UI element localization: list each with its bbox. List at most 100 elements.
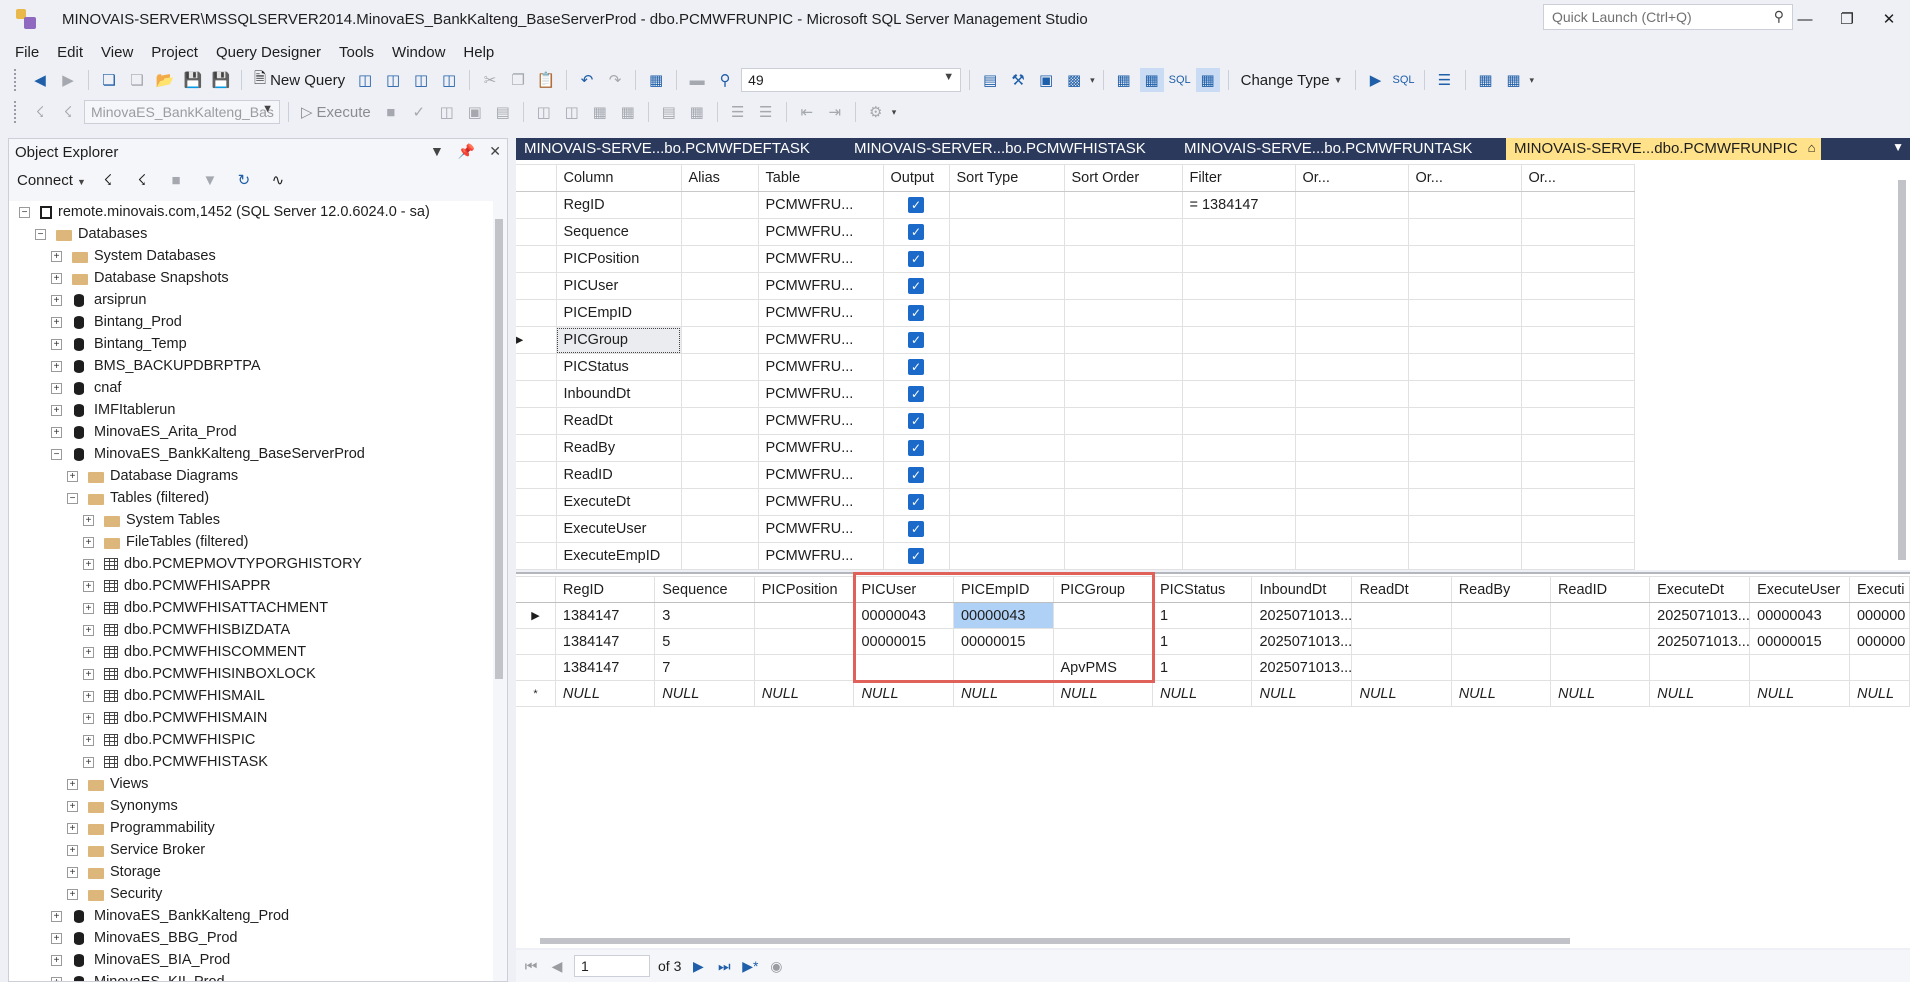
toolbar-overflow-icon[interactable]: ▾	[1090, 75, 1095, 86]
row-selector[interactable]	[516, 191, 557, 219]
row-selector[interactable]	[516, 434, 557, 462]
row-selector[interactable]	[516, 353, 557, 381]
output-checkbox[interactable]: ✓	[908, 197, 924, 213]
results-column-header[interactable]: ReadDt	[1351, 576, 1452, 603]
tree-node[interactable]: + FileTables (filtered)	[9, 531, 493, 553]
toolbar-overflow-icon[interactable]: ▾	[892, 107, 897, 118]
sort-type-cell[interactable]	[948, 461, 1065, 489]
sort-order-cell[interactable]	[1063, 326, 1183, 354]
or-cell[interactable]	[1294, 488, 1409, 516]
or-cell[interactable]	[1520, 299, 1635, 327]
row-selector[interactable]	[516, 542, 557, 570]
alias-cell[interactable]	[680, 380, 759, 408]
tree-node[interactable]: + dbo.PCMWFHISPIC	[9, 729, 493, 751]
activity-icon[interactable]: ∿	[266, 168, 290, 192]
output-cell[interactable]: ✓	[882, 326, 950, 354]
column-cell[interactable]: PICUser	[555, 272, 682, 300]
or-cell[interactable]	[1294, 542, 1409, 570]
sort-type-cell[interactable]	[948, 191, 1065, 219]
alias-cell[interactable]	[680, 326, 759, 354]
result-cell[interactable]	[1549, 602, 1651, 629]
alias-cell[interactable]	[680, 542, 759, 570]
results-row[interactable]: ▶ 1384147 3 00000043 00000043 1 2025071013... 2…	[516, 602, 1910, 629]
results-column-header[interactable]: RegID	[554, 576, 656, 603]
sort-order-cell[interactable]	[1063, 272, 1183, 300]
output-checkbox[interactable]: ✓	[908, 332, 924, 348]
menu-query-designer[interactable]: Query Designer	[207, 44, 330, 61]
result-cell[interactable]	[1549, 628, 1651, 655]
document-tab[interactable]: MINOVAIS-SERVE...bo.PCMWFRUNTASK	[1176, 138, 1506, 160]
result-cell[interactable]	[952, 654, 1054, 681]
filter-cell[interactable]	[1181, 326, 1296, 354]
filter-cell[interactable]	[1181, 353, 1296, 381]
results-hscrollbar[interactable]	[540, 938, 1570, 944]
or-cell[interactable]	[1520, 191, 1635, 219]
previous-record-icon[interactable]: ◀	[548, 958, 566, 975]
show-criteria-pane-icon[interactable]: ▦	[1139, 68, 1164, 92]
result-cell[interactable]: NULL	[753, 680, 855, 707]
tree-node[interactable]: + Bintang_Prod	[9, 311, 493, 333]
tree-node[interactable]: + Database Diagrams	[9, 465, 493, 487]
spid-combo[interactable]: 49 ▼	[741, 68, 962, 92]
row-selector[interactable]	[516, 654, 556, 681]
minimize-button[interactable]: —	[1784, 0, 1826, 38]
output-checkbox[interactable]: ✓	[908, 494, 924, 510]
forward-icon[interactable]: ▶	[56, 68, 80, 92]
tree-node[interactable]: + System Databases	[9, 245, 493, 267]
expand-icon[interactable]: +	[67, 888, 78, 900]
results-column-header[interactable]: ReadID	[1549, 576, 1651, 603]
toolbox-icon[interactable]: ▣	[1034, 68, 1058, 92]
sort-type-cell[interactable]	[948, 218, 1065, 246]
or-cell[interactable]	[1520, 245, 1635, 273]
expand-icon[interactable]: +	[51, 360, 62, 372]
or-cell[interactable]	[1407, 326, 1522, 354]
filter-cell[interactable]: = 1384147	[1181, 191, 1296, 219]
table-cell[interactable]: PCMWFRU...	[757, 245, 884, 273]
filter-cell[interactable]	[1181, 272, 1296, 300]
execution-plan-icon[interactable]: ◫	[435, 100, 459, 124]
result-cell[interactable]: 2025071013...	[1251, 628, 1353, 655]
or-cell[interactable]	[1520, 434, 1635, 462]
or-cell[interactable]	[1407, 461, 1522, 489]
result-cell[interactable]: 2025071013...	[1649, 628, 1751, 655]
sort-order-cell[interactable]	[1063, 407, 1183, 435]
result-cell[interactable]: NULL	[1052, 680, 1153, 707]
output-checkbox[interactable]: ✓	[908, 413, 924, 429]
filter-cell[interactable]	[1181, 461, 1296, 489]
new-project-icon[interactable]: ❏	[97, 68, 121, 92]
decrease-indent-icon[interactable]: ⇤	[795, 100, 819, 124]
or-cell[interactable]	[1407, 218, 1522, 246]
quick-launch-input[interactable]: Quick Launch (Ctrl+Q) ⚲	[1543, 4, 1793, 30]
sort-type-cell[interactable]	[948, 299, 1065, 327]
alias-cell[interactable]	[680, 191, 759, 219]
tree-node[interactable]: + Security	[9, 883, 493, 905]
result-cell[interactable]: 1	[1151, 628, 1253, 655]
results-row[interactable]: * NULL NULL NULL NULL NULL NULL NULL NULL NULL NUL…	[516, 680, 1910, 707]
window-position-icon[interactable]: ▼	[430, 143, 444, 160]
menu-help[interactable]: Help	[454, 44, 503, 61]
redo-icon[interactable]: ↷	[603, 68, 627, 92]
sort-order-cell[interactable]	[1063, 488, 1183, 516]
output-checkbox[interactable]: ✓	[908, 386, 924, 402]
result-cell[interactable]: NULL	[853, 680, 954, 707]
results-column-header[interactable]: ExecuteUser	[1749, 576, 1850, 603]
result-cell[interactable]	[753, 602, 855, 629]
menu-view[interactable]: View	[92, 44, 142, 61]
output-cell[interactable]: ✓	[882, 434, 950, 462]
document-tab[interactable]: MINOVAIS-SERVER...bo.PCMWFHISTASK	[846, 138, 1176, 160]
result-cell[interactable]: 00000043	[1749, 602, 1850, 629]
or-cell[interactable]	[1294, 407, 1409, 435]
output-cell[interactable]: ✓	[882, 407, 950, 435]
search-icon[interactable]: ⚲	[1774, 8, 1784, 25]
column-cell[interactable]: PICGroup	[555, 326, 682, 354]
filter-cell[interactable]	[1181, 218, 1296, 246]
tree-node[interactable]: + Database Snapshots	[9, 267, 493, 289]
sort-type-cell[interactable]	[948, 380, 1065, 408]
results-to-text-icon[interactable]: ▤	[657, 100, 681, 124]
results-column-header[interactable]: PICGroup	[1052, 576, 1153, 603]
or-cell[interactable]	[1520, 272, 1635, 300]
change-type-button[interactable]: Change Type ▼	[1237, 72, 1347, 89]
expand-icon[interactable]: +	[83, 580, 94, 592]
or-cell[interactable]	[1407, 488, 1522, 516]
tree-node[interactable]: + Service Broker	[9, 839, 493, 861]
